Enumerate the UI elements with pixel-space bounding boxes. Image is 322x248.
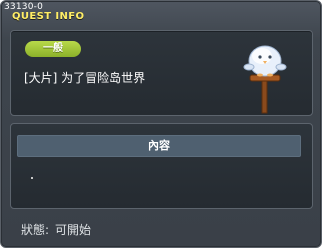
quest-name: [大片] 为了冒险岛世界 <box>24 71 146 85</box>
status-label: 狀態: <box>21 223 50 237</box>
quest-status: 狀態: 可開始 <box>21 221 97 238</box>
quest-category-badge: 一般 <box>25 41 81 57</box>
content-header: 內容 <box>17 135 301 157</box>
quest-content-panel: 內容 <box>10 123 313 209</box>
content-text <box>31 177 33 179</box>
status-value: 可開始 <box>55 223 92 237</box>
snow-spirit-on-signpost-icon <box>243 45 287 114</box>
quest-summary-panel: 一般 [大片] 为了冒险岛世界 <box>10 30 313 116</box>
quest-info-window: 33130-0 QUEST INFO 一般 [大片] 为了冒险岛世界 內容 狀態… <box>0 0 322 248</box>
window-title: QUEST INFO <box>12 11 85 22</box>
